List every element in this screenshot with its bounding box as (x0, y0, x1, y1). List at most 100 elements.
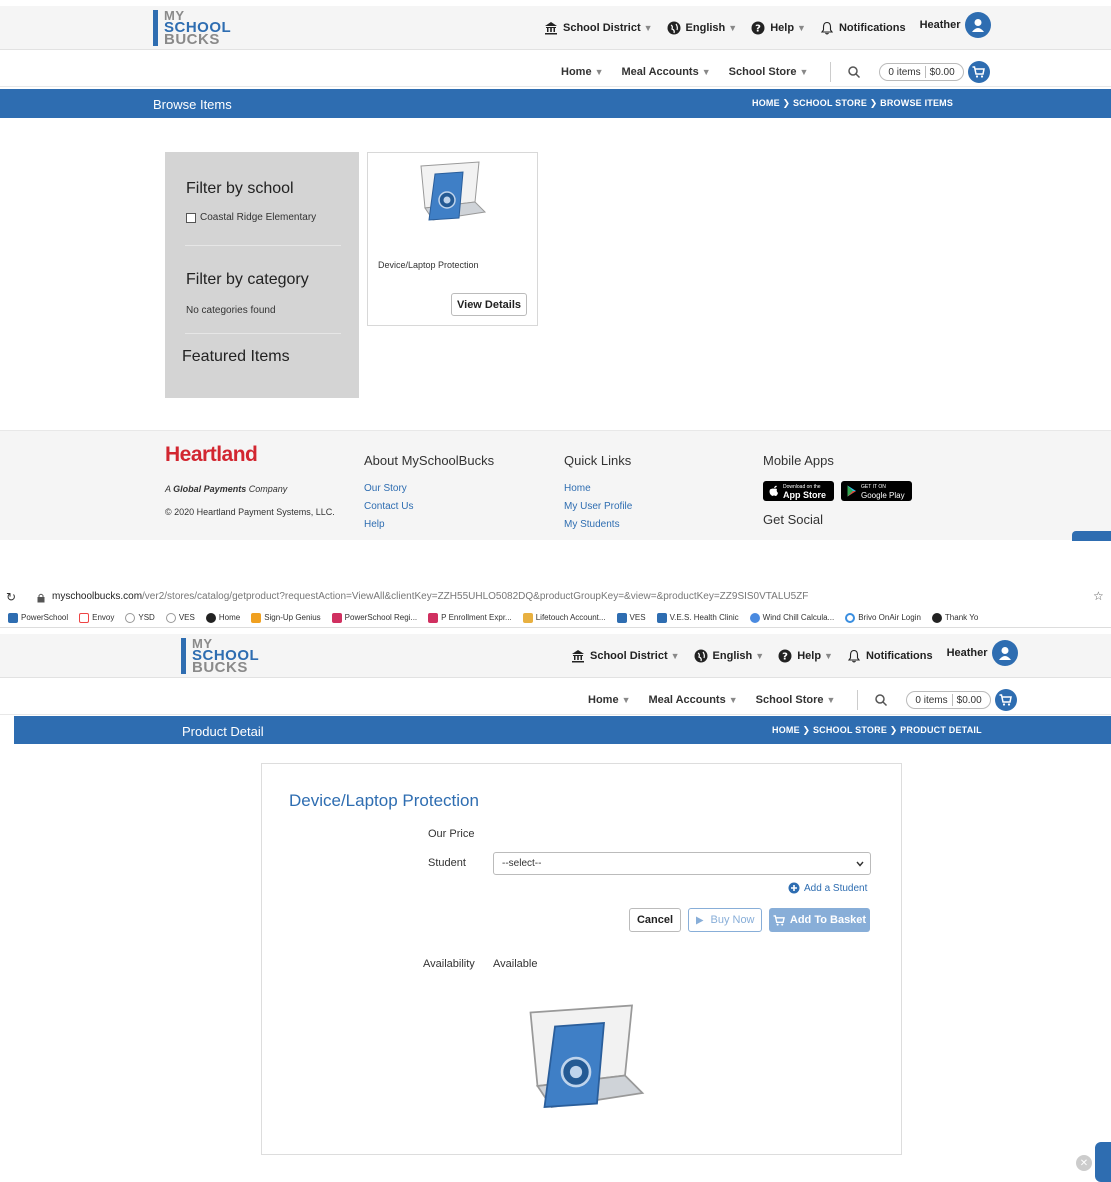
question-icon: ? (751, 21, 765, 34)
powerschool-icon (8, 612, 18, 623)
cart-icon[interactable] (994, 689, 1017, 711)
nav-meal-accounts[interactable]: Meal Accounts ▼ (648, 694, 737, 706)
bookmark-item[interactable]: YSD (125, 612, 155, 623)
filter-sidebar: Filter by school Coastal Ridge Elementar… (165, 152, 359, 398)
notifications-link[interactable]: Notifications (820, 21, 906, 35)
bookmark-item[interactable]: V.E.S. Health Clinic (656, 612, 739, 623)
address-bar[interactable]: ↻ myschoolbucks.com/ver2/stores/catalog/… (0, 588, 1111, 608)
myschoolbucks-logo[interactable]: MY SCHOOL BUCKS (153, 9, 231, 47)
nav-home[interactable]: Home ▼ (588, 694, 630, 706)
user-menu[interactable]: Heather (947, 640, 1018, 666)
app-store-badge[interactable]: Download on the App Store (763, 481, 834, 501)
bookmark-item[interactable]: Lifetouch Account... (522, 612, 606, 623)
signup-genius-icon (251, 612, 262, 623)
add-student-link[interactable]: Add a Student (788, 882, 867, 894)
help-link[interactable]: Help (364, 516, 494, 534)
bookmark-item[interactable]: Brivo OnAir Login (845, 612, 921, 623)
globe-icon (125, 612, 136, 623)
bookmark-item[interactable]: Wind Chill Calcula... (749, 612, 834, 623)
cart-total: $0.00 (929, 66, 955, 78)
nav-divider (830, 62, 832, 82)
chat-tab[interactable] (1072, 531, 1111, 541)
language-menu[interactable]: English ▼ (667, 21, 737, 35)
cart-summary[interactable]: 0 items $0.00 (906, 691, 991, 709)
nav-home[interactable]: Home ▼ (561, 66, 603, 78)
nav-school-store[interactable]: School Store ▼ (729, 66, 809, 78)
get-social-heading: Get Social (763, 512, 823, 527)
nav-meal-accounts[interactable]: Meal Accounts ▼ (621, 66, 710, 78)
main-nav: Home ▼ Meal Accounts ▼ School Store ▼ 0 ite… (0, 51, 1111, 87)
contact-us-link[interactable]: Contact Us (364, 498, 494, 516)
notifications-label: Notifications (838, 21, 906, 34)
bookmark-item[interactable]: PowerSchool (8, 612, 68, 623)
bookmark-item[interactable]: VES (165, 612, 195, 623)
my-students-link[interactable]: My Students (564, 516, 632, 534)
reload-icon[interactable]: ↻ (6, 590, 16, 604)
student-select[interactable]: --select-- (493, 852, 871, 875)
product-title: Device/Laptop Protection (289, 791, 479, 810)
heartland-logo[interactable]: Heartland (165, 443, 258, 467)
footer-about-col: About MySchoolBucks Our Story Contact Us… (364, 453, 494, 534)
notifications-link[interactable]: Notifications (847, 649, 933, 663)
cart-summary[interactable]: 0 items $0.00 (879, 63, 964, 81)
chat-widget-button[interactable] (1095, 1142, 1111, 1182)
our-story-link[interactable]: Our Story (364, 480, 494, 498)
search-icon[interactable] (847, 65, 861, 79)
user-menu[interactable]: Heather (920, 12, 991, 38)
utility-nav: School District ▼ English ▼ ? Help ▼ Notifi… (544, 12, 1005, 38)
divider (185, 333, 341, 334)
school-district-menu[interactable]: School District ▼ (544, 21, 653, 35)
cart-icon[interactable] (967, 61, 990, 83)
bell-icon (847, 649, 861, 662)
bank-icon (545, 21, 557, 34)
url-text[interactable]: myschoolbucks.com/ver2/stores/catalog/ge… (52, 591, 808, 602)
add-to-basket-button[interactable]: Add To Basket (769, 908, 870, 932)
footer-quick-col: Quick Links Home My User Profile My Stud… (564, 453, 632, 534)
ves-clinic-icon (656, 612, 667, 623)
product-name[interactable]: Device/Laptop Protection (378, 260, 479, 270)
bookmark-item[interactable]: PowerSchool Regi... (331, 612, 417, 623)
google-play-badge[interactable]: GET IT ON Google Play (841, 481, 912, 501)
view-details-button[interactable]: View Details (451, 293, 527, 316)
tagline: A Global Payments Company (165, 484, 288, 494)
cart-items: 0 items (888, 66, 921, 78)
bookmark-item[interactable]: Envoy (79, 612, 114, 623)
question-icon: ? (778, 649, 792, 662)
globe-icon (205, 612, 216, 623)
filter-school-heading: Filter by school (186, 180, 294, 197)
apple-icon (769, 485, 778, 496)
bookmark-star-icon[interactable]: ☆ (1093, 589, 1104, 603)
availability-value: Available (493, 958, 538, 970)
nav-school-store[interactable]: School Store ▼ (756, 694, 836, 706)
help-menu[interactable]: ? Help ▼ (778, 649, 833, 663)
laptop-protection-image[interactable] (415, 160, 487, 224)
close-icon[interactable]: ✕ (1076, 1155, 1092, 1171)
school-district-menu[interactable]: School District ▼ (571, 649, 680, 663)
google-play-icon (847, 485, 856, 497)
bookmark-item[interactable]: VES (616, 612, 646, 623)
breadcrumb[interactable]: HOME ❯ SCHOOL STORE ❯ BROWSE ITEMS (752, 98, 953, 109)
bookmark-item[interactable]: Thank Yo (931, 612, 978, 623)
user-profile-link[interactable]: My User Profile (564, 498, 632, 516)
school-district-label: School District (590, 649, 668, 662)
buy-now-button[interactable]: Buy Now (688, 908, 762, 932)
language-menu[interactable]: English ▼ (694, 649, 764, 663)
main-nav: Home ▼ Meal Accounts ▼ School Store ▼ 0 ite… (0, 679, 1111, 715)
product-card: Device/Laptop Protection View Details (367, 152, 538, 326)
school-checkbox[interactable] (186, 212, 196, 223)
breadcrumb[interactable]: HOME ❯ SCHOOL STORE ❯ PRODUCT DETAIL (772, 725, 982, 736)
help-label: Help (770, 21, 795, 34)
ves-icon (616, 612, 627, 623)
search-icon[interactable] (874, 693, 888, 707)
home-link[interactable]: Home (564, 480, 632, 498)
chevron-down-icon (856, 861, 864, 867)
bookmark-item[interactable]: P Enrollment Expr... (428, 612, 512, 623)
footer: Heartland A Global Payments Company © 20… (0, 430, 1111, 541)
myschoolbucks-logo[interactable]: MY SCHOOL BUCKS (181, 637, 259, 675)
bookmark-item[interactable]: Home (205, 612, 240, 623)
bookmark-item[interactable]: Sign-Up Genius (251, 612, 321, 623)
svg-text:?: ? (782, 651, 788, 662)
school-filter-option[interactable]: Coastal Ridge Elementary (186, 212, 316, 223)
help-menu[interactable]: ? Help ▼ (751, 21, 806, 35)
cancel-button[interactable]: Cancel (629, 908, 681, 932)
